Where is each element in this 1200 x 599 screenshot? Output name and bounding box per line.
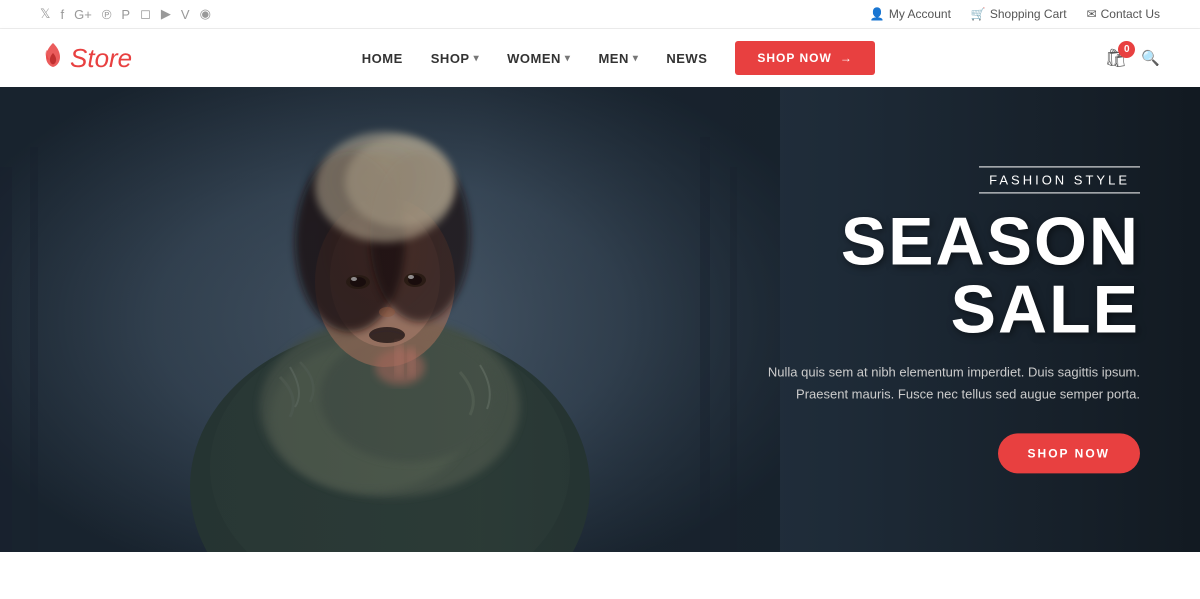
contact-us-label: Contact Us xyxy=(1101,7,1160,21)
pinterest-icon[interactable]: ℗ xyxy=(102,7,112,22)
my-account-label: My Account xyxy=(889,7,951,21)
shopping-cart-label: Shopping Cart xyxy=(990,7,1067,21)
nav-women[interactable]: WOMEN ▾ xyxy=(507,51,570,66)
men-chevron-icon: ▾ xyxy=(633,53,639,64)
nav-shop[interactable]: SHOP ▾ xyxy=(431,51,479,66)
youtube-icon[interactable]: ▶ xyxy=(161,6,171,22)
shop-now-button[interactable]: SHOP NOW → xyxy=(735,41,874,75)
hero-description: Nulla quis sem at nibh elementum imperdi… xyxy=(700,361,1140,405)
shopping-cart-link[interactable]: 🛒 Shopping Cart xyxy=(971,7,1067,21)
cart-badge: 0 xyxy=(1118,41,1135,58)
header-icons: 🛍 0 🔍 xyxy=(1104,48,1160,69)
nav-men[interactable]: MEN ▾ xyxy=(598,51,638,66)
instagram-icon[interactable]: ◻ xyxy=(140,6,151,22)
shop-now-label: SHOP NOW xyxy=(757,51,831,65)
top-bar: 𝕏 f G+ ℗ P ◻ ▶ V ◉ 👤 My Account 🛒 Shoppi… xyxy=(0,0,1200,29)
pinterest2-icon[interactable]: P xyxy=(121,7,130,22)
arrow-icon: → xyxy=(840,51,853,65)
hero-section: FASHION STYLE SEASON SALE Nulla quis sem… xyxy=(0,87,1200,552)
cart-button[interactable]: 🛍 0 xyxy=(1104,48,1127,69)
rss-icon[interactable]: ◉ xyxy=(200,6,211,22)
my-account-link[interactable]: 👤 My Account xyxy=(870,7,951,21)
facebook-icon[interactable]: f xyxy=(60,7,64,22)
contact-icon: ✉ xyxy=(1087,7,1097,21)
hero-content: FASHION STYLE SEASON SALE Nulla quis sem… xyxy=(700,166,1140,473)
hero-subtitle: FASHION STYLE xyxy=(979,166,1140,193)
logo-text: Store xyxy=(70,43,132,74)
hero-cta-button[interactable]: SHOP NOW xyxy=(998,433,1140,473)
contact-us-link[interactable]: ✉ Contact Us xyxy=(1087,7,1160,21)
vimeo-icon[interactable]: V xyxy=(181,7,190,22)
logo[interactable]: Store xyxy=(40,41,132,75)
shop-chevron-icon: ▾ xyxy=(474,53,480,64)
main-nav: HOME SHOP ▾ WOMEN ▾ MEN ▾ NEWS SHOP NOW … xyxy=(362,41,875,75)
hero-desc-line1: Nulla quis sem at nibh elementum imperdi… xyxy=(700,361,1140,383)
account-icon: 👤 xyxy=(870,7,885,21)
twitter-icon[interactable]: 𝕏 xyxy=(40,6,50,22)
women-chevron-icon: ▾ xyxy=(565,53,571,64)
hero-desc-line2: Praesent mauris. Fusce nec tellus sed au… xyxy=(700,383,1140,405)
google-plus-icon[interactable]: G+ xyxy=(74,7,92,22)
top-links: 👤 My Account 🛒 Shopping Cart ✉ Contact U… xyxy=(870,7,1160,21)
nav-home[interactable]: HOME xyxy=(362,51,403,66)
cart-icon: 🛒 xyxy=(971,7,986,21)
social-icons: 𝕏 f G+ ℗ P ◻ ▶ V ◉ xyxy=(40,6,211,22)
header: Store HOME SHOP ▾ WOMEN ▾ MEN ▾ NEWS SHO… xyxy=(0,29,1200,87)
logo-icon xyxy=(40,41,66,75)
nav-news[interactable]: NEWS xyxy=(666,51,707,66)
logo-brand: Store xyxy=(70,43,132,73)
hero-title: SEASON SALE xyxy=(700,207,1140,343)
search-icon[interactable]: 🔍 xyxy=(1141,49,1160,67)
